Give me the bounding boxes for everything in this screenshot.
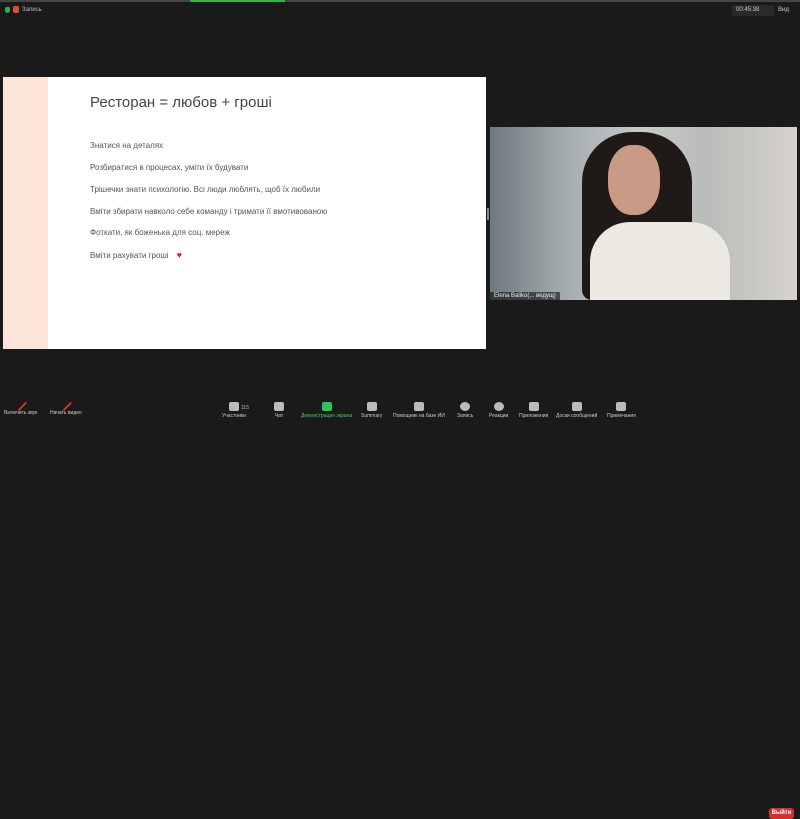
apps-icon	[528, 402, 539, 411]
slide-accent-strip	[3, 77, 48, 349]
record-label: Запись	[457, 413, 474, 419]
slide-bullet: Знатися на деталях	[90, 141, 164, 150]
summary-icon	[366, 402, 377, 411]
view-button[interactable]: Вид	[778, 7, 789, 13]
slide-title: Ресторан = любов + гроші	[90, 94, 272, 111]
notes-button[interactable]: Примечания	[607, 402, 636, 419]
record-button[interactable]: Запись	[457, 402, 473, 419]
recording-icon[interactable]	[13, 6, 19, 13]
split-resize-handle[interactable]	[487, 208, 489, 220]
chat-label: Чат	[274, 413, 284, 419]
slide-bullet-last: Вміти рахувати гроші ♥	[90, 250, 182, 260]
heart-icon: ♥	[176, 250, 182, 260]
ai-companion-button[interactable]: Помощник на базе ИИ	[393, 402, 445, 419]
notes-label: Примечания	[607, 413, 636, 419]
reactions-button[interactable]: Реакции	[489, 402, 508, 419]
meeting-toolbar: Включить звук Начать видео Участники 115…	[0, 398, 800, 819]
unmute-label: Включить звук	[4, 410, 38, 416]
sparkle-icon	[413, 402, 424, 411]
share-screen-button[interactable]: Демонстрация экрана	[301, 402, 352, 419]
slide-bullet: Розбиратися в процесах, уміти їх будуват…	[90, 163, 249, 172]
whiteboards-button[interactable]: Доски сообщений	[556, 402, 597, 419]
shield-icon	[5, 7, 10, 13]
top-share-indicator	[0, 0, 800, 2]
participants-label: Участники	[222, 413, 246, 419]
unmute-button[interactable]: Включить звук	[4, 398, 38, 416]
share-screen-icon	[321, 402, 332, 411]
notes-icon	[616, 402, 627, 411]
participant-name: Elena Baliko(... ведущ)	[490, 292, 560, 300]
participants-count: 115	[241, 405, 249, 411]
reactions-label: Реакции	[489, 413, 509, 419]
apps-button[interactable]: Приложения	[519, 402, 548, 419]
whiteboard-icon	[571, 402, 582, 411]
summary-button[interactable]: Summary	[361, 402, 382, 419]
start-video-label: Начать видео	[50, 410, 82, 416]
meeting-timer[interactable]: 00:45:38	[732, 5, 774, 16]
chat-button[interactable]: Чат	[274, 402, 284, 419]
slide-bullet: Вміти збирати навколо себе команду і три…	[90, 207, 328, 216]
participant-video[interactable]: Elena Baliko(... ведущ)	[490, 127, 797, 300]
chat-icon	[274, 402, 284, 411]
summary-label: Summary	[361, 413, 383, 419]
ai-companion-label: Помощник на базе ИИ	[393, 413, 445, 419]
reactions-icon	[493, 402, 504, 411]
participants-icon	[228, 402, 239, 411]
record-icon	[460, 402, 471, 411]
share-screen-label: Демонстрация экрана	[301, 413, 353, 419]
whiteboards-label: Доски сообщений	[556, 413, 598, 419]
participant-face	[608, 145, 660, 215]
shared-slide: Ресторан = любов + гроші Знатися на дета…	[3, 77, 486, 349]
slide-bullet: Фоткати, як боженька для соц. мереж	[90, 228, 230, 237]
slide-bullet: Трішечки знати психологію. Всі люди любл…	[90, 185, 321, 194]
recording-label: Запись	[22, 7, 42, 13]
slide-bullet: Вміти рахувати гроші	[90, 251, 169, 260]
start-video-button[interactable]: Начать видео	[50, 398, 82, 416]
apps-label: Приложения	[519, 413, 549, 419]
participant-body	[590, 222, 730, 300]
top-bar: Запись 00:45:38 Вид	[0, 3, 800, 17]
leave-button[interactable]: Выйти	[769, 808, 794, 819]
